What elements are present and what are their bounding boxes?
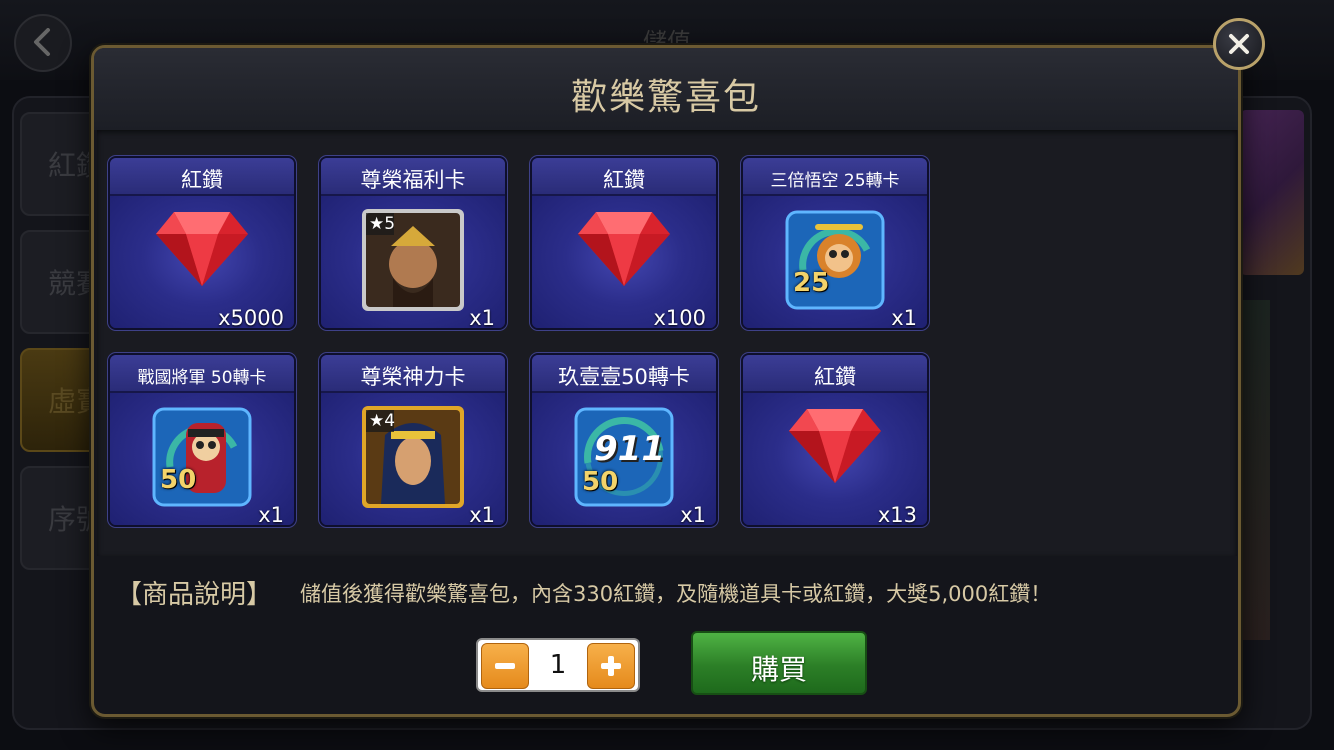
modal-title: 歡樂驚喜包 (570, 77, 761, 118)
item-name: 紅鑽 (181, 168, 223, 192)
item-card: 玖壹壹50轉卡 911 50 x1 (530, 353, 718, 527)
item-card: 戰國將軍 50轉卡 50 x1 (108, 353, 296, 527)
description-text: 儲值後獲得歡樂驚喜包，內含330紅鑽，及隨機道具卡或紅鑽，大獎5,000紅鑽！ (300, 582, 1052, 606)
item-quantity: x13 (877, 503, 917, 527)
spin-count: 25 (793, 268, 830, 298)
close-icon (1229, 34, 1249, 54)
item-name: 戰國將軍 50轉卡 (137, 368, 267, 388)
decrease-button[interactable] (481, 643, 529, 689)
modal-header: 歡樂驚喜包 (94, 48, 1238, 130)
quantity-value[interactable]: 1 (530, 650, 586, 680)
item-quantity: x1 (469, 306, 495, 330)
increase-button[interactable] (587, 643, 635, 689)
item-quantity: x1 (469, 503, 495, 527)
description-label: 【商品說明】 (116, 580, 273, 610)
911-spin-card-icon: 911 50 (574, 407, 674, 511)
gem-icon (787, 405, 883, 489)
gem-icon (154, 208, 250, 292)
general-spin-card-icon: 50 (152, 407, 252, 511)
spin-count: 50 (582, 467, 619, 497)
chevron-left-icon (34, 28, 50, 56)
cleopatra-card-icon: ★4 (361, 405, 465, 513)
back-button[interactable] (14, 14, 72, 72)
item-quantity: x1 (680, 503, 706, 527)
gem-icon (576, 208, 672, 292)
item-card: 紅鑽 x5000 (108, 156, 296, 330)
background-banner-2 (1240, 300, 1270, 640)
quantity-stepper: 1 (476, 638, 640, 692)
item-quantity: x100 (653, 306, 706, 330)
star-rating: ★5 (369, 214, 396, 234)
item-card: 三倍悟空 25轉卡 25 x1 (741, 156, 929, 330)
buy-button[interactable]: 購買 (691, 631, 867, 695)
item-card: 紅鑽 x100 (530, 156, 718, 330)
item-quantity: x5000 (218, 306, 284, 330)
star-rating: ★4 (369, 411, 396, 431)
background-banner (1240, 110, 1304, 275)
item-quantity: x1 (258, 503, 284, 527)
warlord-card-icon: ★5 (361, 208, 465, 316)
item-name: 尊榮福利卡 (360, 168, 466, 192)
item-card: 尊榮福利卡 ★5 x1 (319, 156, 507, 330)
item-card: 尊榮神力卡 ★4 x1 (319, 353, 507, 527)
item-name: 玖壹壹50轉卡 (558, 365, 690, 389)
buy-button-label: 購買 (750, 653, 807, 686)
item-card: 紅鑽 x13 (741, 353, 929, 527)
item-name: 三倍悟空 25轉卡 (770, 171, 900, 191)
item-name: 尊榮神力卡 (360, 365, 466, 389)
brand-badge: 911 (594, 429, 665, 469)
close-button[interactable] (1213, 18, 1265, 70)
plus-icon (601, 656, 621, 676)
item-quantity: x1 (891, 306, 917, 330)
monkey-spin-card-icon: 25 (785, 210, 885, 314)
item-name: 紅鑽 (814, 365, 856, 389)
minus-icon (495, 663, 515, 669)
spin-count: 50 (160, 465, 197, 495)
item-name: 紅鑽 (603, 168, 645, 192)
